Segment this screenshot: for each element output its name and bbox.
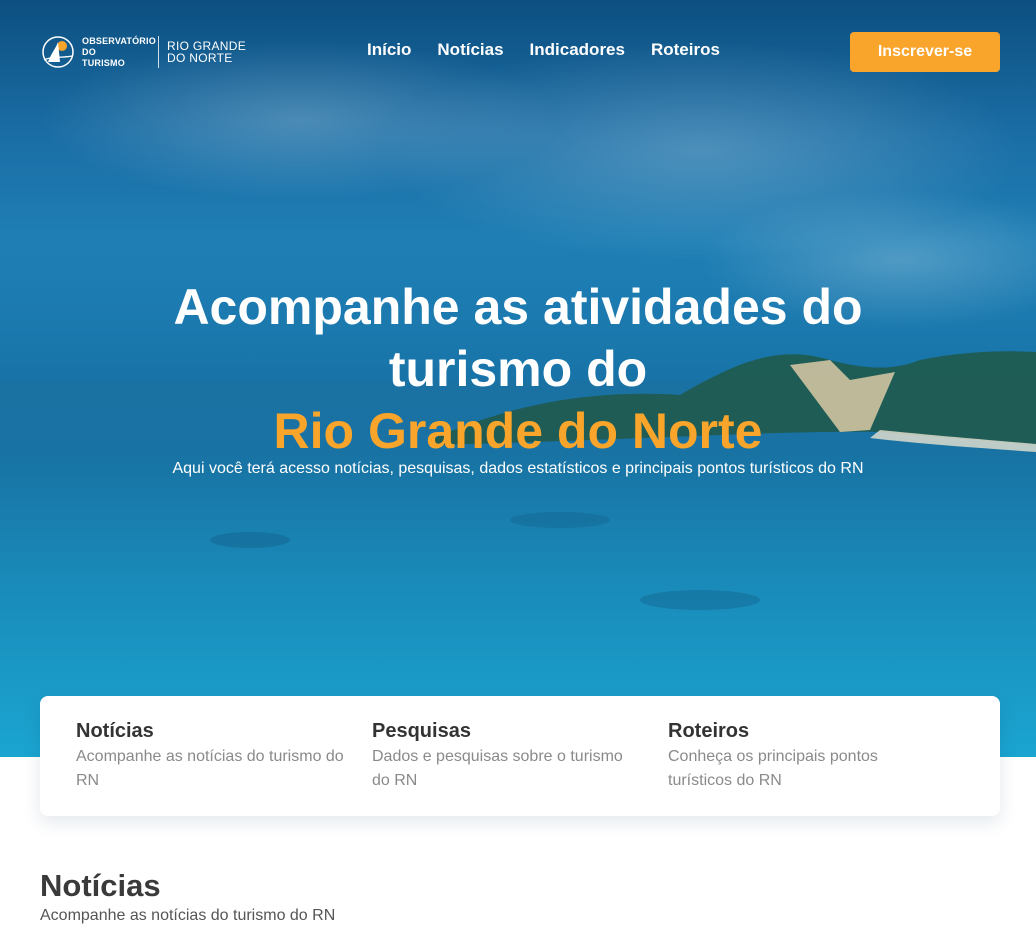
nav-link-inicio[interactable]: Início	[367, 40, 411, 60]
card-title: Pesquisas	[372, 720, 471, 742]
observatorio-logo-icon	[42, 36, 74, 68]
card-noticias[interactable]: Notícias Acompanhe as notícias do turism…	[76, 720, 372, 792]
feature-cards: Notícias Acompanhe as notícias do turism…	[40, 696, 1000, 816]
logo-wordmark: OBSERVATÓRIO DO TURISMO	[82, 35, 156, 69]
hero-section: OBSERVATÓRIO DO TURISMO RIO GRANDE DO NO…	[0, 0, 1036, 757]
nav-link-noticias[interactable]: Notícias	[437, 40, 503, 60]
site-header: OBSERVATÓRIO DO TURISMO RIO GRANDE DO NO…	[0, 0, 1036, 104]
logo-divider	[158, 36, 159, 68]
logo-line-2: TURISMO	[82, 57, 125, 68]
hero-title-accent: Rio Grande do Norte	[273, 403, 763, 459]
logo-state-line-2: DO NORTE	[167, 51, 233, 65]
card-title: Roteiros	[668, 720, 750, 742]
card-pesquisas[interactable]: Pesquisas Dados e pesquisas sobre o turi…	[372, 720, 668, 792]
logo-line-1: OBSERVATÓRIO DO	[82, 35, 156, 57]
news-section-title: Notícias	[40, 868, 161, 903]
subscribe-button[interactable]: Inscrever-se	[850, 32, 1000, 72]
logo-state: RIO GRANDE DO NORTE	[167, 40, 246, 64]
card-text: Dados e pesquisas sobre o turismo do RN	[372, 748, 623, 789]
hero-title: Acompanhe as atividades do turismo do Ri…	[0, 276, 1036, 462]
hero-title-line-1: Acompanhe as atividades do	[173, 279, 863, 335]
hero-title-line-2: turismo do	[388, 341, 648, 397]
news-section-subtitle: Acompanhe as notícias do turismo do RN	[40, 907, 336, 924]
card-text: Conheça os principais pontos turísticos …	[668, 748, 878, 789]
site-logo[interactable]: OBSERVATÓRIO DO TURISMO RIO GRANDE DO NO…	[40, 34, 246, 70]
nav-link-indicadores[interactable]: Indicadores	[530, 40, 625, 60]
card-text: Acompanhe as notícias do turismo do RN	[76, 748, 344, 789]
card-title: Notícias	[76, 720, 154, 742]
hero-subtitle: Aqui você terá acesso notícias, pesquisa…	[172, 460, 864, 477]
card-roteiros[interactable]: Roteiros Conheça os principais pontos tu…	[668, 720, 964, 792]
main-nav: Início Notícias Indicadores Roteiros	[367, 40, 720, 60]
nav-link-roteiros[interactable]: Roteiros	[651, 40, 720, 60]
